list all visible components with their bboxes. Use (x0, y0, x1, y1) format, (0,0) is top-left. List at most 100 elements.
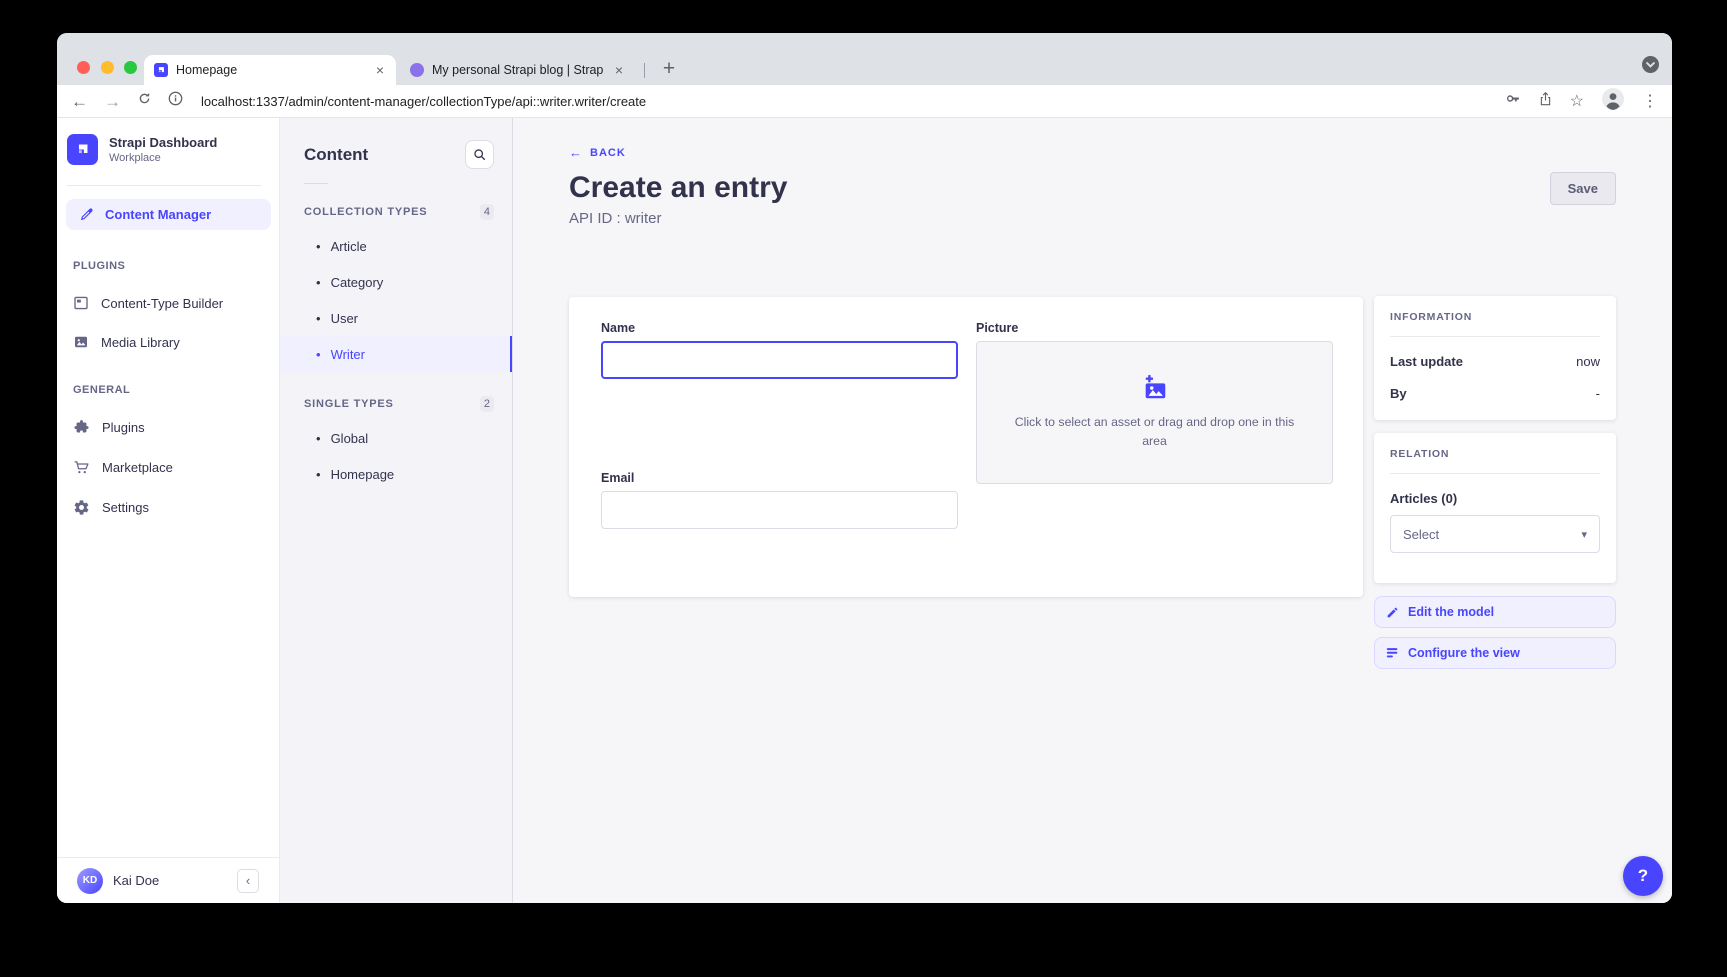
search-tabs-icon[interactable] (1642, 56, 1659, 78)
bookmark-star-icon[interactable]: ☆ (1570, 91, 1584, 111)
help-button[interactable]: ? (1623, 856, 1663, 896)
sidebar-item-plugins[interactable]: Plugins (73, 419, 279, 436)
close-window-button[interactable] (77, 61, 90, 74)
single-count-badge: 2 (480, 396, 494, 412)
subnav-item-user[interactable]: • User (280, 300, 512, 336)
strapi-app: Strapi Dashboard Workplace Content Manag… (57, 118, 1672, 903)
sidebar-section-general: GENERAL (73, 384, 279, 396)
sidebar-item-marketplace[interactable]: Marketplace (73, 459, 279, 476)
api-id-subtitle: API ID : writer (569, 210, 662, 227)
share-icon[interactable] (1538, 91, 1553, 112)
user-avatar: KD (77, 868, 103, 894)
puzzle-icon (73, 419, 90, 436)
right-panel: INFORMATION Last update now By - RELATIO… (1374, 296, 1616, 669)
strapi-logo-icon (67, 134, 98, 165)
dropzone-hint: Click to select an asset or drag and dro… (1003, 413, 1306, 451)
by-value: - (1596, 386, 1600, 401)
save-button[interactable]: Save (1550, 172, 1616, 205)
back-link[interactable]: ← BACK (569, 145, 626, 160)
single-types-header: SINGLE TYPES 2 (304, 396, 494, 412)
sidebar-item-settings[interactable]: Settings (73, 499, 279, 516)
main-sidebar: Strapi Dashboard Workplace Content Manag… (57, 118, 280, 903)
browser-forward-icon[interactable]: → (104, 93, 121, 110)
user-name: Kai Doe (113, 873, 159, 888)
password-key-icon[interactable] (1504, 90, 1521, 112)
media-icon (73, 334, 89, 350)
brand-subtitle: Workplace (109, 152, 217, 164)
subnav-item-global[interactable]: • Global (280, 420, 512, 456)
subnav-item-category[interactable]: • Category (280, 264, 512, 300)
tab-homepage[interactable]: Homepage × (144, 55, 396, 85)
search-icon (473, 148, 486, 161)
subnav-item-writer[interactable]: • Writer (280, 336, 512, 372)
new-tab-button[interactable]: + (654, 54, 684, 84)
picture-label: Picture (976, 321, 1333, 335)
subnav-title: Content (304, 145, 368, 165)
cart-icon (73, 459, 90, 476)
sidebar-item-content-manager[interactable]: Content Manager (66, 199, 271, 230)
tab-separator (644, 63, 645, 78)
content-subnav: Content COLLECTION TYPES 4 • Article • C… (280, 118, 513, 903)
brand: Strapi Dashboard Workplace (57, 118, 279, 165)
search-button[interactable] (465, 140, 494, 169)
pen-icon (79, 207, 94, 222)
main-content: ← BACK Create an entry API ID : writer S… (513, 118, 1672, 903)
page-title: Create an entry (569, 171, 787, 205)
chevron-down-icon: ▾ (1581, 528, 1587, 541)
email-label: Email (601, 471, 958, 485)
sidebar-item-media-library[interactable]: Media Library (73, 334, 279, 350)
zoom-window-button[interactable] (124, 61, 137, 74)
add-media-icon (1140, 374, 1170, 402)
strapi-favicon-icon (154, 63, 168, 77)
edit-model-button[interactable]: Edit the model (1374, 596, 1616, 628)
sidebar-footer: KD Kai Doe ‹ (57, 857, 279, 903)
bullet-icon: • (316, 275, 321, 290)
tab-title: My personal Strapi blog | Strap (432, 63, 605, 77)
collection-count-badge: 4 (480, 204, 494, 220)
subnav-item-homepage[interactable]: • Homepage (280, 456, 512, 492)
close-tab-icon[interactable]: × (374, 63, 386, 77)
relation-title: RELATION (1390, 448, 1600, 460)
profile-avatar-icon[interactable] (1601, 87, 1625, 116)
configure-lines-icon (1386, 647, 1399, 659)
brand-title: Strapi Dashboard (109, 135, 217, 150)
last-update-row: Last update now (1390, 354, 1600, 369)
entry-form-card: Name Email Picture Click to select an as… (569, 297, 1363, 597)
collection-types-header: COLLECTION TYPES 4 (304, 204, 494, 220)
articles-label: Articles (0) (1390, 491, 1600, 506)
close-tab-icon[interactable]: × (613, 63, 625, 77)
url-input[interactable]: localhost:1337/admin/content-manager/col… (201, 94, 1488, 109)
blog-favicon-icon (410, 63, 424, 77)
last-update-value: now (1576, 354, 1600, 369)
minimize-window-button[interactable] (101, 61, 114, 74)
browser-back-icon[interactable]: ← (71, 93, 88, 110)
tab-title: Homepage (176, 63, 366, 77)
tab-strip: Homepage × My personal Strapi blog | Str… (57, 33, 1672, 85)
url-bar: ← → localhost:1337/admin/content-manager… (57, 85, 1672, 118)
browser-reload-icon[interactable] (137, 91, 152, 111)
email-input[interactable] (601, 491, 958, 529)
subnav-divider (304, 183, 328, 184)
articles-select[interactable]: Select ▾ (1390, 515, 1600, 553)
back-arrow-icon: ← (569, 145, 582, 160)
information-title: INFORMATION (1390, 311, 1600, 323)
sidebar-item-content-type-builder[interactable]: Content-Type Builder (73, 295, 279, 311)
name-input[interactable] (601, 341, 958, 379)
bullet-icon: • (316, 467, 321, 482)
configure-view-button[interactable]: Configure the view (1374, 637, 1616, 669)
site-info-icon[interactable] (168, 91, 183, 111)
browser-menu-icon[interactable]: ⋮ (1642, 91, 1658, 111)
panel-divider (1390, 336, 1600, 337)
gear-icon (73, 499, 90, 516)
sidebar-section-plugins: PLUGINS (73, 260, 279, 272)
subnav-item-article[interactable]: • Article (280, 228, 512, 264)
panel-divider (1390, 473, 1600, 474)
collapse-sidebar-button[interactable]: ‹ (237, 869, 259, 893)
picture-dropzone[interactable]: Click to select an asset or drag and dro… (976, 341, 1333, 484)
relation-card: RELATION Articles (0) Select ▾ (1374, 433, 1616, 583)
bullet-icon: • (316, 239, 321, 254)
browser-window: Homepage × My personal Strapi blog | Str… (57, 33, 1672, 903)
tab-strapi-blog[interactable]: My personal Strapi blog | Strap × (400, 55, 635, 85)
information-card: INFORMATION Last update now By - (1374, 296, 1616, 420)
bullet-icon: • (316, 311, 321, 326)
